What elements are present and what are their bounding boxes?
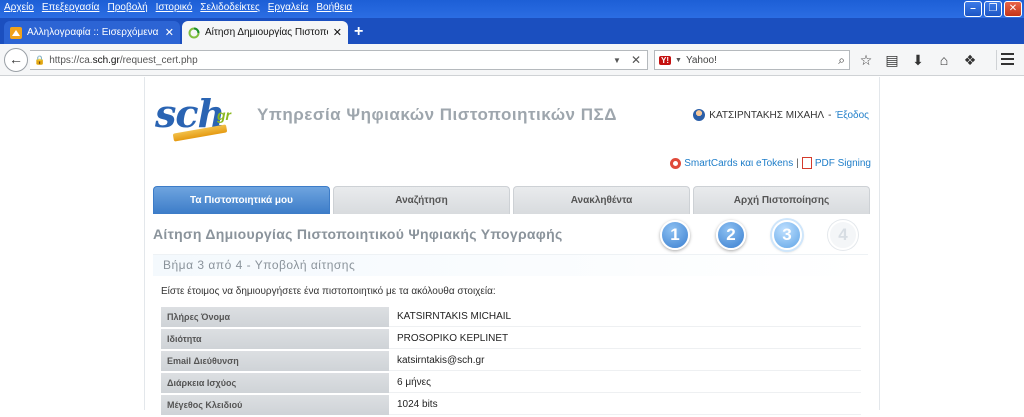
- tab-label: Αλληλογραφία :: Εισερχόμενα: [27, 27, 159, 38]
- step-2-badge: 2: [716, 220, 746, 250]
- url-text[interactable]: https://ca.sch.gr/request_cert.php: [49, 55, 609, 66]
- certificate-details-table: Πλήρες Όνομα KATSIRNTAKIS MICHAIL Ιδιότη…: [161, 305, 861, 417]
- tab-my-certificates[interactable]: Τα Πιστοποιητικά μου: [153, 186, 330, 214]
- web-page: sch gr Υπηρεσία Ψηφιακών Πιστοποιητικών …: [0, 77, 1024, 415]
- maximize-button[interactable]: ❐: [984, 1, 1002, 17]
- detail-value: 6 μήνες: [389, 373, 861, 393]
- menu-bookmarks[interactable]: Σελιδοδείκτες: [200, 2, 259, 13]
- search-input[interactable]: Yahoo!: [686, 55, 834, 66]
- step-heading: Βήμα 3 από 4 - Υποβολή αίτησης: [163, 258, 356, 272]
- table-row: Διάρκεια Ισχύος 6 μήνες: [161, 373, 861, 393]
- detail-value: 1024 bits: [389, 395, 861, 415]
- new-tab-plus-icon[interactable]: +: [354, 23, 363, 41]
- tab-revoked[interactable]: Ανακληθέντα: [513, 186, 690, 214]
- help-links: SmartCards και eTokens | PDF Signing: [670, 157, 871, 169]
- download-arrow-icon[interactable]: ⬇: [908, 50, 928, 70]
- tab-strip: Αλληλογραφία :: Εισερχόμενα ✕ Αίτηση Δημ…: [0, 18, 1024, 44]
- step-1-badge: 1: [660, 220, 690, 250]
- tab-certification-authority[interactable]: Αρχή Πιστοποίησης: [693, 186, 870, 214]
- menu-file[interactable]: Αρχείο: [4, 2, 34, 13]
- bookmark-star-icon[interactable]: ☆: [856, 50, 876, 70]
- tab-label: Αίτηση Δημιουργίας Πιστοποιη...: [205, 27, 328, 38]
- home-icon[interactable]: ⌂: [934, 50, 954, 70]
- url-dropdown-icon[interactable]: ▼: [613, 56, 621, 65]
- step-indicator: 1 2 3 4: [660, 220, 858, 250]
- step-3-badge: 3: [772, 220, 802, 250]
- tab-close-icon[interactable]: ✕: [333, 26, 342, 39]
- menu-edit[interactable]: Επεξεργασία: [42, 2, 100, 13]
- reading-list-icon[interactable]: ▤: [882, 50, 902, 70]
- tab-cert-request[interactable]: Αίτηση Δημιουργίας Πιστοποιη... ✕: [182, 21, 348, 44]
- search-icon[interactable]: ⌕: [838, 53, 845, 68]
- detail-value: KATSIRNTAKIS MICHAIL: [389, 307, 861, 327]
- lock-icon: 🔒: [34, 54, 46, 65]
- intro-text: Είστε έτοιμος να δημιουργήσετε ένα πιστο…: [161, 286, 496, 297]
- menu-help[interactable]: Βοήθεια: [316, 2, 352, 13]
- address-bar[interactable]: 🔒 https://ca.sch.gr/request_cert.php ▼ ✕: [30, 50, 648, 70]
- tab-mail-inbox[interactable]: Αλληλογραφία :: Εισερχόμενα ✕: [4, 21, 180, 44]
- tab-close-icon[interactable]: ✕: [165, 26, 174, 39]
- logo-suffix: gr: [217, 107, 231, 123]
- mail-favicon-icon: [10, 26, 22, 39]
- table-row: Πλήρες Όνομα KATSIRNTAKIS MICHAIL: [161, 307, 861, 327]
- window-titlebar: Αρχείο Επεξεργασία Προβολή Ιστορικό Σελι…: [0, 0, 1024, 18]
- menu-tools[interactable]: Εργαλεία: [268, 2, 309, 13]
- lifebuoy-icon: [670, 157, 682, 169]
- close-window-button[interactable]: ✕: [1004, 1, 1022, 17]
- menu-view[interactable]: Προβολή: [107, 2, 147, 13]
- user-separator: -: [828, 109, 832, 121]
- tab-search[interactable]: Αναζήτηση: [333, 186, 510, 214]
- user-name: ΚΑΤΣΙΡΝΤΑΚΗΣ ΜΙΧΑΗΛ: [709, 109, 825, 121]
- toolbar-icons: ☆ ▤ ⬇ ⌂ ❖: [856, 50, 980, 70]
- back-arrow-icon[interactable]: ←: [4, 48, 28, 72]
- table-row: Ιδιότητα PROSOPIKO KEPLINET: [161, 329, 861, 349]
- user-icon: [693, 109, 706, 121]
- sch-logo[interactable]: sch gr: [155, 91, 250, 142]
- yahoo-engine-icon[interactable]: Y!: [659, 55, 671, 65]
- loading-spinner-icon: [188, 27, 200, 38]
- detail-value: PROSOPIKO KEPLINET: [389, 329, 861, 349]
- menu-history[interactable]: Ιστορικό: [156, 2, 193, 13]
- logout-link[interactable]: Έξοδος: [835, 110, 869, 121]
- service-title: Υπηρεσία Ψηφιακών Πιστοποιητικών ΠΣΔ: [257, 105, 617, 124]
- user-info: ΚΑΤΣΙΡΝΤΑΚΗΣ ΜΙΧΑΗΛ - Έξοδος: [693, 109, 869, 121]
- pdf-signing-link[interactable]: PDF Signing: [815, 158, 871, 169]
- detail-label: Email Διεύθυνση: [161, 351, 389, 371]
- page-title: Αίτηση Δημιουργίας Πιστοποιητικού Ψηφιακ…: [153, 226, 563, 242]
- content-frame: sch gr Υπηρεσία Ψηφιακών Πιστοποιητικών …: [144, 77, 880, 415]
- link-separator: |: [796, 157, 799, 169]
- extension-icon[interactable]: ❖: [960, 50, 980, 70]
- detail-label: Πλήρες Όνομα: [161, 307, 389, 327]
- detail-value: katsirntakis@sch.gr: [389, 351, 861, 371]
- detail-label: Μέγεθος Κλειδιού: [161, 395, 389, 415]
- detail-label: Διάρκεια Ισχύος: [161, 373, 389, 393]
- url-host: sch.gr: [92, 54, 120, 66]
- minimize-button[interactable]: –: [964, 1, 982, 17]
- detail-label: Ιδιότητα: [161, 329, 389, 349]
- table-row: Μέγεθος Κλειδιού 1024 bits: [161, 395, 861, 415]
- menu-bar: Αρχείο Επεξεργασία Προβολή Ιστορικό Σελι…: [4, 2, 352, 13]
- table-row: Email Διεύθυνση katsirntakis@sch.gr: [161, 351, 861, 371]
- step-4-badge: 4: [828, 220, 858, 250]
- stop-reload-icon[interactable]: ✕: [631, 53, 641, 67]
- main-nav-tabs: Τα Πιστοποιητικά μου Αναζήτηση Ανακληθέν…: [153, 186, 870, 214]
- engine-dropdown-icon[interactable]: ▼: [675, 57, 682, 64]
- window-controls: – ❐ ✕: [964, 1, 1022, 17]
- search-box[interactable]: Y! ▼ Yahoo! ⌕: [654, 50, 850, 70]
- navigation-toolbar: ← 🔒 https://ca.sch.gr/request_cert.php ▼…: [0, 44, 1024, 76]
- smartcards-link[interactable]: SmartCards και eTokens: [684, 158, 793, 169]
- step-heading-bar: Βήμα 3 από 4 - Υποβολή αίτησης: [153, 254, 868, 276]
- pdf-icon: [801, 157, 812, 169]
- hamburger-menu-icon[interactable]: [996, 50, 1018, 70]
